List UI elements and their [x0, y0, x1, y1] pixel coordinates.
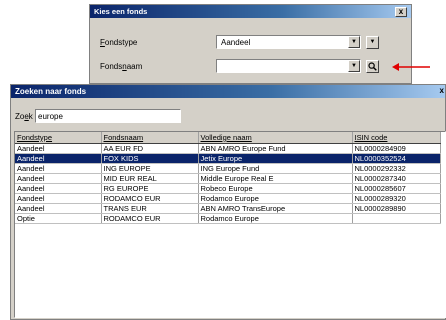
- table-row[interactable]: Aandeel RODAMCO EUR Rodamco Europe NL000028…: [15, 193, 441, 204]
- zoeken-fonds-close-button[interactable]: x: [440, 86, 444, 95]
- column-header-fondsnaam[interactable]: Fondsnaam: [101, 132, 199, 144]
- search-fonds-button[interactable]: [366, 59, 379, 73]
- fondstype-label: Fondstype: [100, 37, 138, 47]
- table-cell: Robeco Europe: [198, 183, 353, 194]
- table-row[interactable]: Aandeel AA EUR FD ABN AMRO Europe Fund NL00…: [15, 143, 441, 154]
- table-cell: Aandeel: [15, 153, 102, 164]
- zoek-label: Zoek: [15, 111, 33, 121]
- zoek-row: Zoek: [15, 109, 181, 123]
- results-table[interactable]: Fondstype Fondsnaam Volledige naam ISIN …: [14, 131, 446, 318]
- magnifier-icon: [368, 61, 377, 71]
- table-cell: RODAMCO EUR: [101, 213, 199, 224]
- table-cell: NL0000352524: [352, 153, 441, 164]
- table-cell: TRANS EUR: [101, 203, 199, 214]
- kies-fonds-close-button[interactable]: x: [395, 6, 407, 17]
- table-cell: Rodamco Europe: [198, 193, 353, 204]
- table-cell: [352, 213, 441, 224]
- zoek-input[interactable]: [35, 109, 181, 123]
- table-cell: ING Europe Fund: [198, 163, 353, 174]
- table-cell: NL0000292332: [352, 163, 441, 174]
- column-header-volledige-naam[interactable]: Volledige naam: [198, 132, 353, 144]
- table-cell: Aandeel: [15, 193, 102, 204]
- fondsnaam-label: Fondsnaam: [100, 61, 143, 71]
- table-cell: RG EUROPE: [101, 183, 199, 194]
- table-row[interactable]: Aandeel FOX KIDS Jetix Europe NL0000352524: [15, 153, 441, 164]
- table-cell: Jetix Europe: [198, 153, 353, 164]
- fondsnaam-row: Fondsnaam ▼: [100, 59, 379, 73]
- table-cell: Aandeel: [15, 203, 102, 214]
- table-row[interactable]: Aandeel RG EUROPE Robeco Europe NL000028560…: [15, 183, 441, 194]
- kies-fonds-title: Kies een fonds: [94, 7, 148, 16]
- fondstype-value: Aandeel: [221, 37, 251, 47]
- table-cell: ABN AMRO TransEurope: [198, 203, 353, 214]
- table-row[interactable]: Optie RODAMCO EUR Rodamco Europe: [15, 213, 441, 224]
- table-cell: MID EUR REAL: [101, 173, 199, 184]
- table-header-row: Fondstype Fondsnaam Volledige naam ISIN …: [15, 132, 441, 144]
- red-arrow-icon: [392, 63, 430, 71]
- table-cell: Optie: [15, 213, 102, 224]
- fondstype-select[interactable]: Aandeel ▼: [216, 35, 361, 49]
- table-cell: Aandeel: [15, 163, 102, 174]
- table-row[interactable]: Aandeel MID EUR REAL Middle Europe Real EN…: [15, 173, 441, 184]
- table-cell: Rodamco Europe: [198, 213, 353, 224]
- table-cell: ING EUROPE: [101, 163, 199, 174]
- column-header-isin-code[interactable]: ISIN code: [352, 132, 441, 144]
- column-header-fondstype[interactable]: Fondstype: [15, 132, 102, 144]
- table-cell: Aandeel: [15, 143, 102, 154]
- table-row[interactable]: Aandeel TRANS EUR ABN AMRO TransEurope NL00…: [15, 203, 441, 214]
- fondstype-row: Fondstype Aandeel ▼ ▼: [100, 35, 379, 49]
- table-cell: FOX KIDS: [101, 153, 199, 164]
- fondstype-extra-dropdown-button[interactable]: ▼: [366, 35, 379, 49]
- kies-fonds-dialog: Kies een fonds x Fondstype Aandeel ▼ ▼ F…: [89, 4, 412, 84]
- kies-fonds-titlebar[interactable]: Kies een fonds x: [90, 5, 411, 18]
- table-row[interactable]: Aandeel ING EUROPE ING Europe Fund NL000029…: [15, 163, 441, 174]
- table-cell: NL0000289320: [352, 193, 441, 204]
- fondsnaam-dropdown-arrow-icon[interactable]: ▼: [348, 60, 360, 72]
- table-cell: Aandeel: [15, 183, 102, 194]
- table-cell: NL0000289890: [352, 203, 441, 214]
- table-cell: RODAMCO EUR: [101, 193, 199, 204]
- table-cell: NL0000284909: [352, 143, 441, 154]
- table-cell: AA EUR FD: [101, 143, 199, 154]
- zoeken-fonds-title: Zoeken naar fonds: [15, 87, 87, 96]
- zoeken-fonds-dialog: Zoeken naar fonds x Zoek Fondstype Fonds…: [10, 84, 446, 320]
- zoeken-fonds-titlebar[interactable]: Zoeken naar fonds x: [11, 85, 445, 98]
- table-cell: NL0000285607: [352, 183, 441, 194]
- table-cell: NL0000287340: [352, 173, 441, 184]
- table-cell: Aandeel: [15, 173, 102, 184]
- fondsnaam-select[interactable]: ▼: [216, 59, 361, 73]
- table-cell: Middle Europe Real E: [198, 173, 353, 184]
- table-cell: ABN AMRO Europe Fund: [198, 143, 353, 154]
- fondstype-dropdown-arrow-icon[interactable]: ▼: [348, 36, 360, 48]
